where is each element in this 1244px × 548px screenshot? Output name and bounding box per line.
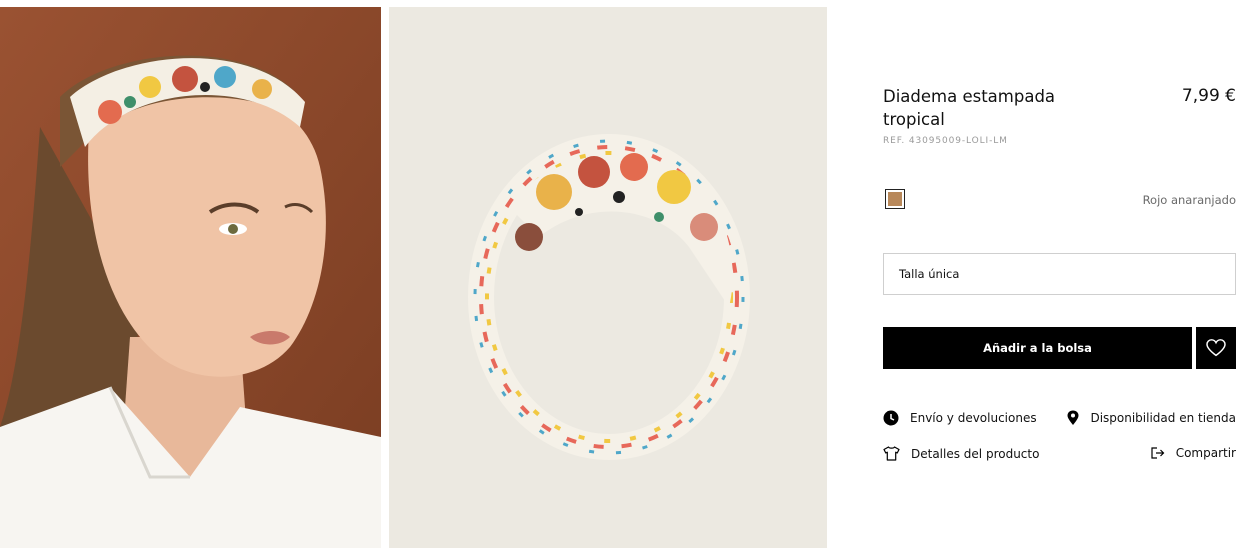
product-title: Diadema estampada tropical <box>883 87 1056 129</box>
share-icon <box>1151 447 1165 459</box>
share-link[interactable]: Compartir <box>1151 446 1236 460</box>
product-details-link[interactable]: Detalles del producto <box>883 446 1039 461</box>
heart-icon <box>1206 339 1226 357</box>
product-photo-item[interactable] <box>389 7 827 548</box>
clock-icon <box>883 410 899 426</box>
product-reference: REF. 43095009-LOLI-LM <box>883 136 1008 146</box>
color-name: Rojo anaranjado <box>1142 193 1236 207</box>
size-selector[interactable]: Talla única <box>883 253 1236 295</box>
shipping-returns-label: Envío y devoluciones <box>910 411 1037 425</box>
headband-image <box>389 7 827 548</box>
store-availability-link[interactable]: Disponibilidad en tienda <box>1067 410 1236 426</box>
product-price: 7,99 € <box>1181 86 1236 106</box>
model-image <box>0 7 381 548</box>
add-to-bag-button[interactable]: Añadir a la bolsa <box>883 327 1192 369</box>
product-photo-model[interactable] <box>0 7 381 548</box>
tshirt-icon <box>883 446 900 461</box>
product-details-label: Detalles del producto <box>911 446 1040 461</box>
location-pin-icon <box>1067 410 1079 425</box>
color-swatch-fill <box>888 192 902 206</box>
color-swatch[interactable] <box>885 189 905 209</box>
shipping-returns-link[interactable]: Envío y devoluciones <box>883 410 1037 426</box>
share-label: Compartir <box>1175 446 1236 460</box>
favorite-button[interactable] <box>1196 327 1236 369</box>
store-availability-label: Disponibilidad en tienda <box>1090 411 1236 425</box>
product-info-panel: Diadema estampada tropical 7,99 € REF. 4… <box>883 0 1236 548</box>
